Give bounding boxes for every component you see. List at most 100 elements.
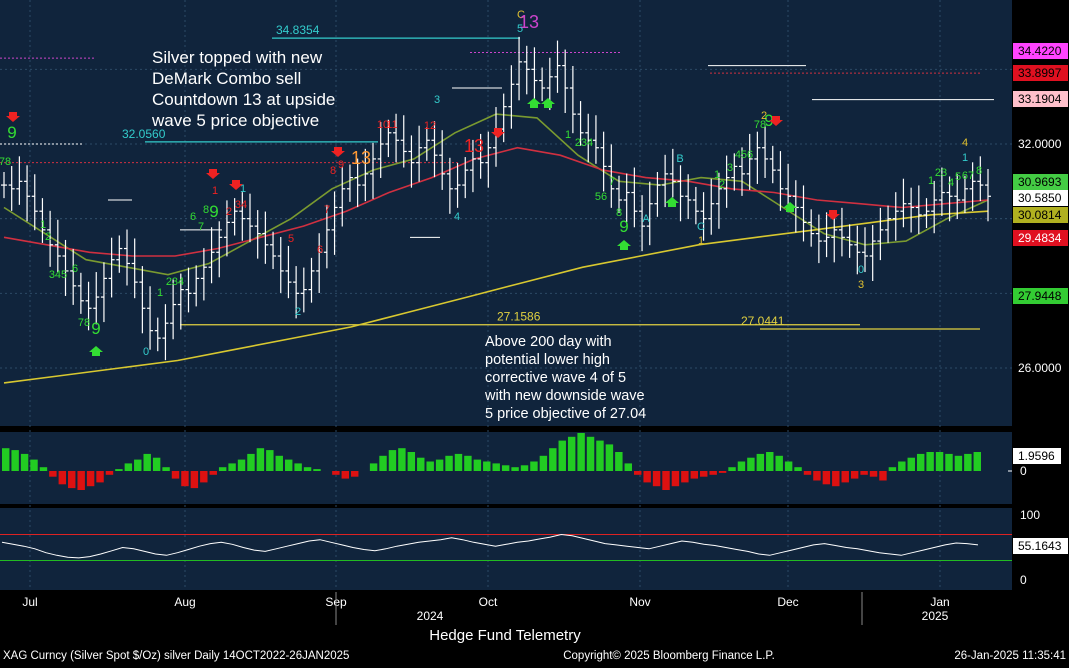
level-label: 34.8354 <box>276 23 320 37</box>
macd-bar <box>435 459 444 471</box>
demark-count: 78 <box>0 156 11 168</box>
demark-count: 6 <box>317 244 323 256</box>
macd-bar <box>228 463 236 471</box>
macd-bar <box>700 471 708 477</box>
macd-bar <box>68 471 76 489</box>
demark-count: 13 <box>351 148 371 168</box>
macd-bar <box>690 471 699 479</box>
macd-bar <box>77 471 85 490</box>
price-badge-label: 33.1904 <box>1018 92 1062 106</box>
macd-bar <box>209 471 217 475</box>
macd-bar <box>501 465 510 471</box>
demark-count: 1 <box>212 185 218 197</box>
macd-bar <box>266 450 274 471</box>
macd-bar <box>247 453 255 471</box>
demark-count: 6 <box>72 263 78 275</box>
demark-count: 9 <box>7 123 16 142</box>
demark-count: 3 <box>434 94 440 106</box>
macd-bar <box>615 452 623 471</box>
macd-bar <box>162 467 170 471</box>
macd-badge-label: 1.9596 <box>1018 449 1055 463</box>
demark-count: 234 <box>575 137 593 149</box>
demark-count: 78 <box>78 317 90 329</box>
macd-bar <box>652 471 661 487</box>
demark-count: 2 <box>719 179 725 191</box>
macd-bar <box>171 471 180 479</box>
year-label: 2024 <box>417 609 444 623</box>
demark-count: 5 <box>955 171 961 183</box>
demark-count: 8 <box>330 165 336 177</box>
y-tick-label: 26.0000 <box>1018 361 1062 375</box>
chart-title: Hedge Fund Telemetry <box>429 627 581 644</box>
macd-bar <box>11 450 19 471</box>
macd-bar <box>200 471 208 483</box>
macd-bar <box>935 452 944 471</box>
demark-count: 56 <box>595 191 607 203</box>
macd-bar <box>483 461 491 471</box>
demark-count: 6 <box>190 211 196 223</box>
macd-bar <box>464 455 472 471</box>
macd-bar <box>237 459 246 471</box>
macd-bar <box>549 448 557 471</box>
macd-bar <box>577 433 585 471</box>
annotation-line: corrective wave 4 of 5 <box>485 370 626 386</box>
macd-bar <box>20 453 29 471</box>
price-chart: 26.000032.0000 34.835432.056027.1586 27.0… <box>0 0 1069 663</box>
footer-right: 26-Jan-2025 11:35:41 <box>954 650 1066 662</box>
y-tick-label: 32.0000 <box>1018 137 1062 151</box>
demark-count: A <box>642 213 650 225</box>
macd-bar <box>426 461 434 471</box>
macd-bar <box>916 453 925 471</box>
footer-left: XAG Curncy (Silver Spot $/Oz) silver Dai… <box>3 650 349 662</box>
macd-bar <box>888 467 897 471</box>
macd-bar <box>417 457 425 471</box>
macd-bar <box>539 455 548 471</box>
macd-bar <box>39 467 48 471</box>
price-badge-label: 30.0814 <box>1018 208 1062 222</box>
price-badge-label: 27.9448 <box>1018 289 1062 303</box>
macd-bar <box>803 471 812 475</box>
chart-window: 26.0000 32.0000 34.8354 32.0560 27.1586 27.0… <box>0 0 1069 663</box>
macd-bar <box>756 453 765 471</box>
macd-bar <box>445 455 453 471</box>
macd-bar <box>388 450 397 471</box>
macd-bar <box>275 455 283 471</box>
annotation-line: potential lower high <box>485 352 610 368</box>
macd-bar <box>294 463 302 471</box>
demark-count: 456 <box>735 149 753 161</box>
macd-bar <box>49 471 57 477</box>
macd-bar <box>898 461 906 471</box>
macd-bar <box>105 471 114 475</box>
macd-bar <box>152 457 161 471</box>
macd-bar <box>530 461 538 471</box>
level-label: 27.0441 <box>741 314 785 328</box>
macd-bar <box>822 471 831 485</box>
macd-bar <box>605 444 614 471</box>
macd-bar <box>284 459 293 471</box>
macd-bar <box>124 463 133 471</box>
demark-count: 234 <box>166 276 184 288</box>
macd-bar <box>766 452 774 471</box>
macd-bar <box>860 471 868 475</box>
macd-bar <box>841 471 849 483</box>
demark-count: 34 <box>235 199 247 211</box>
demark-count: 4 <box>948 177 954 189</box>
macd-bar <box>964 453 972 471</box>
x-tick-label: Oct <box>479 595 498 609</box>
macd-bar <box>747 457 755 471</box>
macd-bar <box>351 471 359 477</box>
macd-bar <box>784 461 793 471</box>
macd-bar <box>954 455 963 471</box>
demark-count: 2 <box>45 231 51 243</box>
demark-count: 9 <box>209 202 218 221</box>
macd-bar <box>511 467 519 471</box>
macd-bar <box>709 471 717 475</box>
demark-count: 5 <box>517 23 523 35</box>
macd-bar <box>30 459 38 471</box>
macd-bar <box>332 471 340 475</box>
macd-bar <box>633 471 642 475</box>
macd-bar <box>926 452 934 471</box>
demark-count: B <box>676 153 683 165</box>
demark-count: 0 <box>858 264 864 276</box>
macd-bar <box>256 448 265 471</box>
